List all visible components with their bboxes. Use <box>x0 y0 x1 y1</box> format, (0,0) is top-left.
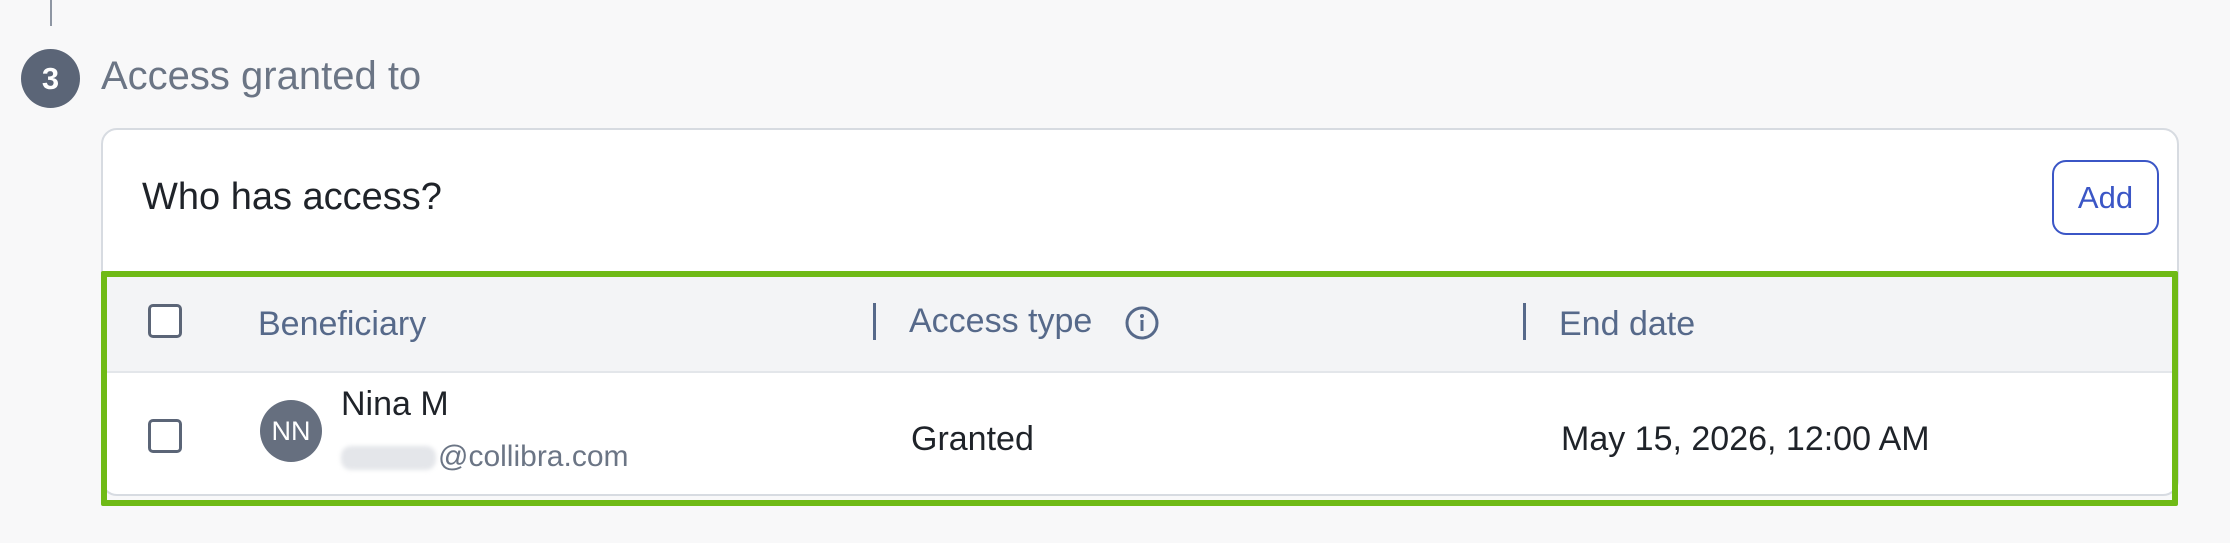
step-number-badge: 3 <box>21 49 80 108</box>
highlight-frame <box>101 271 2178 506</box>
card-title: Who has access? <box>142 176 442 218</box>
step-connector-line <box>50 0 52 26</box>
step-title: Access granted to <box>101 54 422 98</box>
add-button[interactable]: Add <box>2052 160 2159 235</box>
